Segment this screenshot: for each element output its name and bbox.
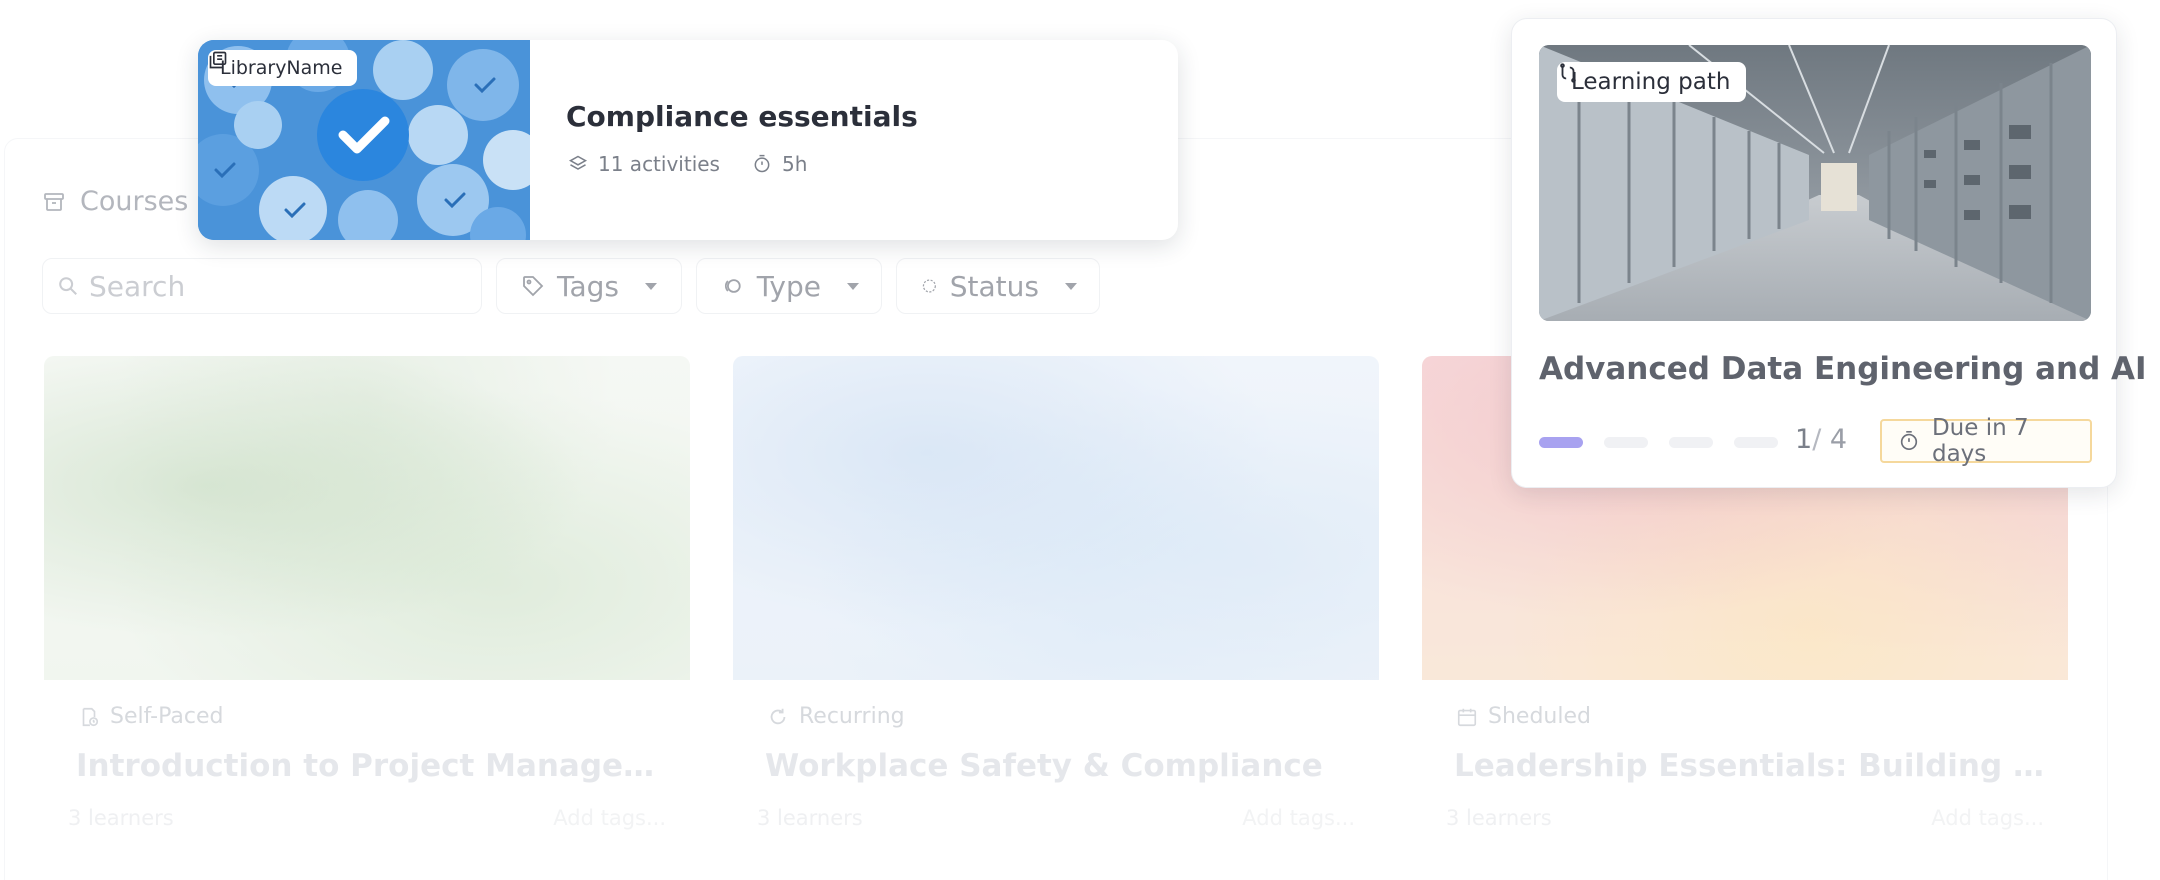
course-learners: 3 learners — [1446, 806, 1552, 830]
course-type-label: Recurring — [799, 704, 905, 729]
caret-down-icon — [1065, 282, 1077, 290]
stage: Courses Search Tags Type Status Self-Pac… — [0, 0, 2160, 880]
courses-title: Courses — [80, 186, 189, 217]
progress-segment — [1669, 437, 1713, 448]
learning-path-cover-image: Learning path — [1539, 45, 2091, 321]
progress-segment — [1604, 437, 1648, 448]
library-activities: 11 activities — [598, 152, 720, 176]
caret-down-icon — [645, 282, 657, 290]
progress-count: 1/ 4 — [1795, 424, 1847, 455]
course-type-label: Self-Paced — [110, 704, 224, 729]
course-type: Recurring — [767, 704, 905, 729]
tags-filter-button[interactable]: Tags — [496, 258, 682, 314]
search-placeholder: Search — [89, 269, 186, 303]
recurring-icon — [770, 708, 786, 724]
library-icon — [209, 51, 227, 69]
learning-path-badge: Learning path — [1557, 62, 1747, 102]
course-card[interactable]: Self-Paced Introduction to Project Manag… — [44, 356, 690, 876]
library-card[interactable]: LibraryName Compliance essentials 11 act… — [198, 40, 1178, 240]
search-icon — [59, 277, 77, 295]
course-cover-image — [733, 356, 1379, 680]
progress-current: 1 — [1795, 424, 1813, 455]
course-type-label: Sheduled — [1488, 704, 1591, 729]
course-title: Workplace Safety & Compliance — [765, 748, 1323, 784]
progress-segment — [1539, 437, 1583, 448]
learning-path-title: Advanced Data Engineering and AI — [1539, 351, 2147, 387]
learning-path-progress — [1539, 437, 1778, 448]
learning-path-badge-label: Learning path — [1571, 69, 1731, 95]
library-cover-image: LibraryName — [198, 40, 530, 240]
course-learners: 3 learners — [757, 806, 863, 830]
course-title: Introduction to Project Management — [76, 748, 676, 784]
route-icon — [1560, 63, 1576, 83]
tag-icon — [523, 276, 544, 297]
archive-icon — [44, 192, 64, 211]
due-label: Due in 7 days — [1931, 415, 2029, 467]
add-tags-link[interactable]: Add tags... — [1931, 806, 2044, 830]
status-icon — [922, 279, 936, 293]
caret-down-icon — [847, 282, 859, 290]
library-card-meta: 11 activities 5h — [568, 152, 807, 176]
progress-separator: / — [1812, 424, 1822, 455]
calendar-icon — [1457, 708, 1477, 726]
courses-header: Courses — [42, 186, 188, 217]
search-input[interactable]: Search — [42, 258, 482, 314]
filter-bar: Search Tags Type Status — [42, 258, 1100, 314]
type-filter-button[interactable]: Type — [696, 258, 882, 314]
add-tags-link[interactable]: Add tags... — [1242, 806, 1355, 830]
progress-total: 4 — [1829, 424, 1848, 455]
progress-segment — [1734, 437, 1778, 448]
due-badge: Due in 7 days — [1880, 415, 2092, 467]
course-type: Sheduled — [1456, 704, 1591, 729]
tags-filter-label: Tags — [557, 269, 619, 303]
course-type: Self-Paced — [78, 704, 223, 729]
course-cover-image — [44, 356, 690, 680]
timer-icon — [754, 154, 770, 173]
status-filter-label: Status — [949, 269, 1039, 303]
library-badge-label: LibraryName — [220, 57, 343, 79]
course-learners: 3 learners — [68, 806, 174, 830]
status-filter-button[interactable]: Status — [896, 258, 1100, 314]
add-tags-link[interactable]: Add tags... — [553, 806, 666, 830]
type-icon — [724, 279, 741, 293]
layers-icon — [568, 155, 588, 170]
course-card[interactable]: Recurring Workplace Safety & Compliance … — [733, 356, 1379, 876]
course-title: Leadership Essentials: Building Strong T… — [1454, 748, 2054, 784]
timer-icon — [1900, 431, 1918, 451]
library-badge: LibraryName — [208, 50, 357, 86]
learning-path-card[interactable]: Learning path Advanced Data Engineering … — [1511, 18, 2147, 488]
library-duration: 5h — [781, 152, 808, 176]
type-filter-label: Type — [756, 269, 821, 303]
self-paced-icon — [82, 707, 99, 726]
library-card-title: Compliance essentials — [566, 100, 918, 133]
